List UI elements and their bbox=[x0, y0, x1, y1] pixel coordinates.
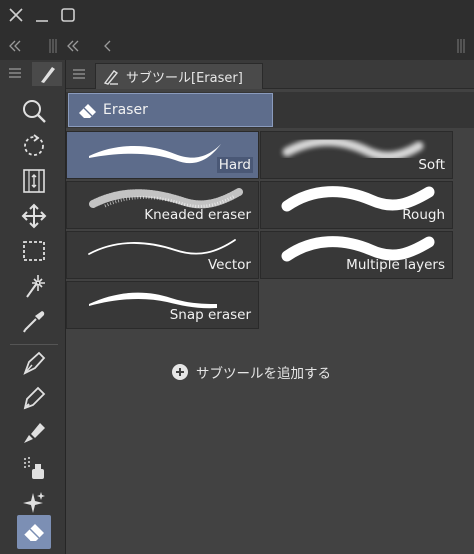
add-icon bbox=[172, 364, 188, 380]
maximize-icon[interactable] bbox=[60, 7, 76, 23]
tab-subtool-label: サブツール[Eraser] bbox=[126, 71, 243, 86]
minimize-icon[interactable] bbox=[34, 7, 50, 23]
grip-icon[interactable] bbox=[456, 38, 466, 54]
airbrush-icon[interactable] bbox=[17, 451, 51, 485]
selection-icon[interactable] bbox=[17, 234, 51, 268]
subtool-hard[interactable]: Hard bbox=[66, 131, 259, 179]
group-label: Eraser bbox=[103, 102, 148, 118]
subtool-rough[interactable]: Rough bbox=[260, 181, 453, 229]
brush-tab-icon bbox=[41, 67, 55, 83]
stroke-preview bbox=[282, 137, 424, 161]
eyedropper-icon[interactable] bbox=[17, 304, 51, 338]
move-layer-icon[interactable] bbox=[17, 164, 51, 198]
brush-icon[interactable] bbox=[17, 416, 51, 450]
tool-tab[interactable] bbox=[32, 62, 62, 86]
menu-icon[interactable] bbox=[72, 67, 86, 81]
zoom-icon[interactable] bbox=[17, 94, 51, 128]
panel-header-bar bbox=[0, 32, 474, 60]
subtool-kneaded-eraser[interactable]: Kneaded eraser bbox=[66, 181, 259, 229]
subtool-label: Rough bbox=[402, 207, 445, 223]
subtool-label: Vector bbox=[207, 257, 251, 273]
auto-select-icon[interactable] bbox=[17, 269, 51, 303]
move-icon[interactable] bbox=[17, 199, 51, 233]
close-icon[interactable] bbox=[8, 7, 24, 23]
subtool-label: Multiple layers bbox=[346, 257, 445, 273]
subtool-label: Snap eraser bbox=[169, 307, 251, 323]
collapse-left-icon[interactable] bbox=[66, 39, 80, 53]
subtool-label: Soft bbox=[418, 157, 445, 173]
collapse-left-icon[interactable] bbox=[8, 39, 22, 53]
rotate-icon[interactable] bbox=[17, 129, 51, 163]
subtool-label: Kneaded eraser bbox=[144, 207, 251, 223]
subtool-tab-icon bbox=[102, 68, 120, 86]
title-bar bbox=[0, 0, 474, 32]
subtool-multiple-layers[interactable]: Multiple layers bbox=[260, 231, 453, 279]
group-eraser[interactable]: Eraser bbox=[68, 93, 273, 127]
pen-icon[interactable] bbox=[17, 346, 51, 380]
subtool-snap-eraser[interactable]: Snap eraser bbox=[66, 281, 259, 329]
add-subtool-label: サブツールを追加する bbox=[196, 366, 331, 382]
tool-palette bbox=[0, 60, 66, 554]
chevron-left-icon[interactable] bbox=[102, 39, 112, 53]
subtool-label: Hard bbox=[216, 157, 253, 173]
stroke-preview bbox=[89, 144, 221, 164]
pencil-icon[interactable] bbox=[17, 381, 51, 415]
subtool-vector[interactable]: Vector bbox=[66, 231, 259, 279]
grip-icon[interactable] bbox=[48, 38, 58, 54]
tab-subtool[interactable]: サブツール[Eraser] bbox=[95, 63, 263, 89]
eraser-icon[interactable] bbox=[17, 515, 51, 549]
add-subtool-button[interactable]: サブツールを追加する bbox=[172, 361, 331, 383]
toolbar-divider bbox=[10, 344, 58, 345]
subtool-soft[interactable]: Soft bbox=[260, 131, 453, 179]
menu-icon[interactable] bbox=[8, 66, 22, 80]
eraser-icon bbox=[77, 100, 99, 122]
